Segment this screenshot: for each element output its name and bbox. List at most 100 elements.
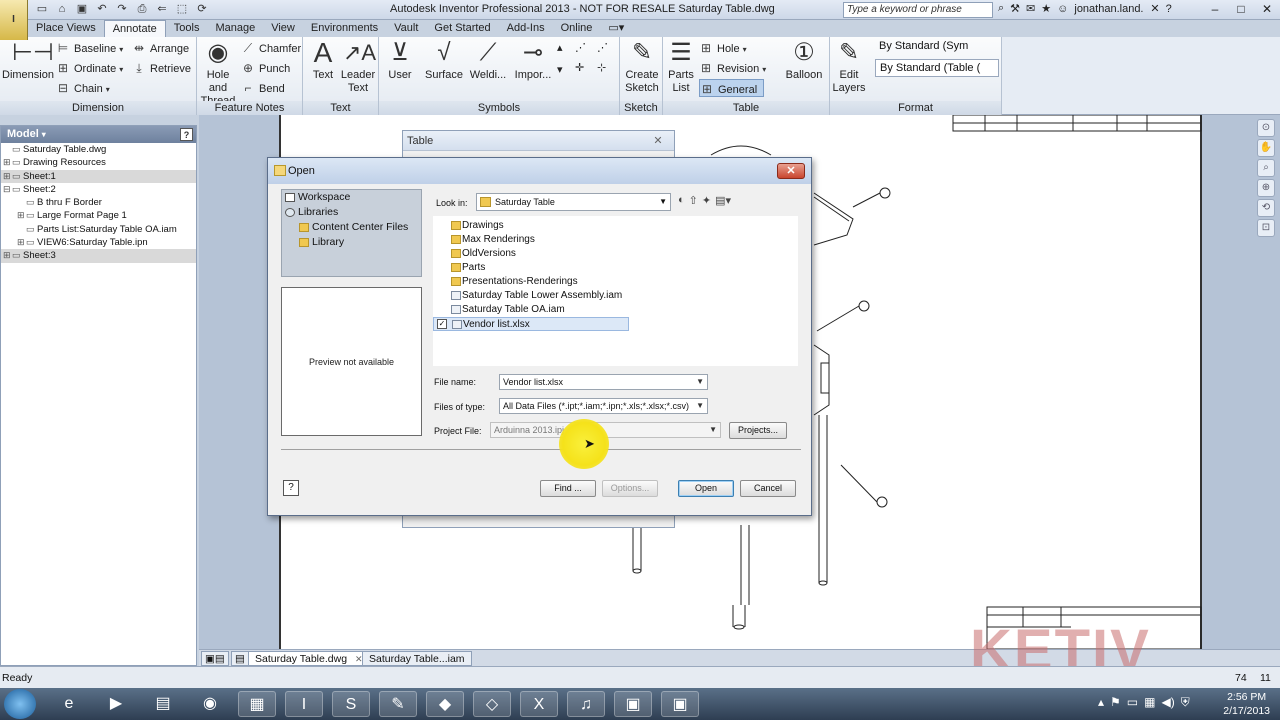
tab-get-started[interactable]: Get Started xyxy=(426,20,498,37)
dimension-button[interactable]: ⊢⊣ Dimension xyxy=(2,39,54,82)
user-name[interactable]: jonathan.land... xyxy=(1074,3,1144,15)
browser-node[interactable]: ⊞▭ Large Format Page 1 xyxy=(1,209,196,222)
browser-node[interactable]: ⊞▭ VIEW6:Saturday Table.ipn xyxy=(1,236,196,249)
binoculars-icon[interactable]: ⌕ xyxy=(998,2,1004,15)
place-libraries[interactable]: Libraries xyxy=(282,205,421,220)
open-dialog-close-button[interactable]: ✕ xyxy=(777,163,805,179)
table-dialog-close-button[interactable]: ✕ xyxy=(650,134,666,148)
file-list-item[interactable]: Saturday Table OA.iam xyxy=(433,303,798,317)
centerline-icon[interactable]: ⊹ xyxy=(597,59,606,77)
start-button[interactable] xyxy=(4,689,36,719)
arrange-button[interactable]: ⇹ Arrange xyxy=(132,39,189,57)
maximize-button[interactable]: □ xyxy=(1229,0,1253,18)
doc-tab-saturday-table-iam[interactable]: Saturday Table...iam xyxy=(362,651,472,666)
help-search-input[interactable]: Type a keyword or phrase xyxy=(843,2,993,18)
retrieve-button[interactable]: ⤓ Retrieve xyxy=(132,59,191,77)
expand-toggle-icon[interactable]: ⊞ xyxy=(3,249,12,262)
welding-button[interactable]: ⟋ Weldi... xyxy=(467,39,509,82)
headphones-icon[interactable]: ♫ xyxy=(567,691,605,717)
surface-button[interactable]: √ Surface xyxy=(423,39,465,82)
file-list-item[interactable]: Parts xyxy=(433,261,798,275)
security-icon[interactable]: ⛨ xyxy=(1181,695,1190,710)
file-list-item[interactable]: Presentations-Renderings xyxy=(433,275,798,289)
tab-annotate[interactable]: Annotate xyxy=(103,20,166,37)
tab-vault[interactable]: Vault xyxy=(386,20,426,37)
file-list-item[interactable]: OldVersions xyxy=(433,247,798,261)
favorites-icon[interactable]: ★ xyxy=(1041,2,1051,15)
expand-toggle-icon[interactable]: ⊞ xyxy=(3,170,12,183)
return-icon[interactable]: ⇐ xyxy=(154,2,170,17)
balloon-button[interactable]: ① Balloon xyxy=(783,39,825,82)
punch-button[interactable]: ⊕ Punch xyxy=(241,59,290,77)
hole-table-button[interactable]: ⊞ Hole ▾ xyxy=(699,39,747,57)
firefox-icon[interactable]: ◉ xyxy=(191,691,229,717)
centermark-icon[interactable]: ✛ xyxy=(575,59,584,77)
up-folder-icon[interactable]: ⇧ xyxy=(689,194,698,207)
find-button[interactable]: Find ... xyxy=(540,480,596,497)
revision-button[interactable]: ⊞ Revision ▾ xyxy=(699,59,766,77)
place-library[interactable]: Library xyxy=(282,235,421,250)
bend-button[interactable]: ⌐ Bend xyxy=(241,79,284,97)
symbols-scroll-up-icon[interactable]: ▴ xyxy=(557,39,563,57)
datum-id-icon[interactable]: ⋰ xyxy=(575,39,586,57)
open-button[interactable]: Open xyxy=(678,480,734,497)
ribbon-options-icon[interactable]: ▭▾ xyxy=(600,20,632,37)
edit-layers-button[interactable]: ✎ Edit Layers xyxy=(830,39,868,95)
browser-node[interactable]: ⊞▭ Sheet:1 xyxy=(1,169,196,183)
open-icon[interactable]: ⌂ xyxy=(54,2,70,17)
inventor-task-icon[interactable]: ▣ xyxy=(614,691,652,717)
look-at-icon[interactable]: ⊡ xyxy=(1257,219,1275,237)
inventor-view-icon[interactable]: ◇ xyxy=(473,691,511,717)
chain-button[interactable]: ⊟ Chain ▾ xyxy=(56,79,110,97)
zoom-icon[interactable]: ⌕ xyxy=(1257,159,1275,177)
checkmark-icon[interactable]: ✓ xyxy=(437,319,447,329)
expand-toggle-icon[interactable]: ⊞ xyxy=(17,209,26,222)
hole-thread-button[interactable]: ◉ Hole and Thread xyxy=(197,39,239,108)
look-in-combo[interactable]: Saturday Table ▼ xyxy=(476,193,671,211)
tile-windows-icon[interactable]: ▣▤ xyxy=(201,651,229,666)
cancel-button[interactable]: Cancel xyxy=(740,480,796,497)
save-icon[interactable]: ▣ xyxy=(74,2,90,17)
doc-tab-saturday-table-dwg[interactable]: Saturday Table.dwg ✕ xyxy=(248,651,370,666)
notepad-icon[interactable]: ✎ xyxy=(379,691,417,717)
exchange-icon[interactable]: ✕ xyxy=(1150,2,1159,15)
place-workspace[interactable]: Workspace xyxy=(282,190,421,205)
inventor-tools-icon[interactable]: ◆ xyxy=(426,691,464,717)
excel-icon[interactable]: X xyxy=(520,691,558,717)
files-of-type-select[interactable]: All Data Files (*.ipt;*.iam;*.ipn;*.xls;… xyxy=(499,398,708,414)
browser-node[interactable]: ⊞▭ Sheet:3 xyxy=(1,249,196,263)
file-list-item[interactable]: Drawings xyxy=(433,219,798,233)
inventor-task2-icon[interactable]: ▣ xyxy=(661,691,699,717)
undo-icon[interactable]: ↶ xyxy=(94,2,110,17)
volume-icon[interactable]: ◀) xyxy=(1161,695,1174,710)
file-name-field[interactable]: Vendor list.xlsx ▼ xyxy=(499,374,708,390)
file-list-item[interactable]: Saturday Table Lower Assembly.iam xyxy=(433,289,798,303)
baseline-button[interactable]: ⊨ Baseline ▾ xyxy=(56,39,123,57)
new-folder-icon[interactable]: ✦ xyxy=(702,194,711,207)
symbols-scroll-down-icon[interactable]: ▾ xyxy=(557,61,563,79)
tab-view[interactable]: View xyxy=(263,20,303,37)
select-icon[interactable]: ⬚ xyxy=(174,2,190,17)
import-button[interactable]: ⊸ Impor... xyxy=(511,39,555,82)
tab-environments[interactable]: Environments xyxy=(303,20,386,37)
tab-add-ins[interactable]: Add-Ins xyxy=(499,20,553,37)
pan-icon[interactable]: ✋ xyxy=(1257,139,1275,157)
ordinate-button[interactable]: ⊞ Ordinate ▾ xyxy=(56,59,123,77)
create-sketch-button[interactable]: ✎ Create Sketch xyxy=(622,39,662,95)
tab-manage[interactable]: Manage xyxy=(207,20,263,37)
browser-node[interactable]: ⊞▭ Drawing Resources xyxy=(1,156,196,169)
ie-icon[interactable]: e xyxy=(50,691,88,717)
browser-help-icon[interactable]: ? xyxy=(180,128,193,141)
tab-place-views[interactable]: Place Views xyxy=(28,20,104,37)
close-button[interactable]: ✕ xyxy=(1255,0,1279,18)
tools-icon[interactable]: ⚒ xyxy=(1010,2,1020,15)
help-icon[interactable]: ? xyxy=(1166,3,1172,15)
text-button[interactable]: A Text xyxy=(307,39,339,82)
inventor-icon[interactable]: I xyxy=(285,691,323,717)
tab-tools[interactable]: Tools xyxy=(166,20,208,37)
tab-online[interactable]: Online xyxy=(553,20,601,37)
update-icon[interactable]: ⟳ xyxy=(194,2,210,17)
print-icon[interactable]: ⎙ xyxy=(134,2,150,17)
device-icon[interactable]: ▭ xyxy=(1127,695,1138,710)
browser-node[interactable]: ▭ Parts List:Saturday Table OA.iam xyxy=(1,223,196,236)
